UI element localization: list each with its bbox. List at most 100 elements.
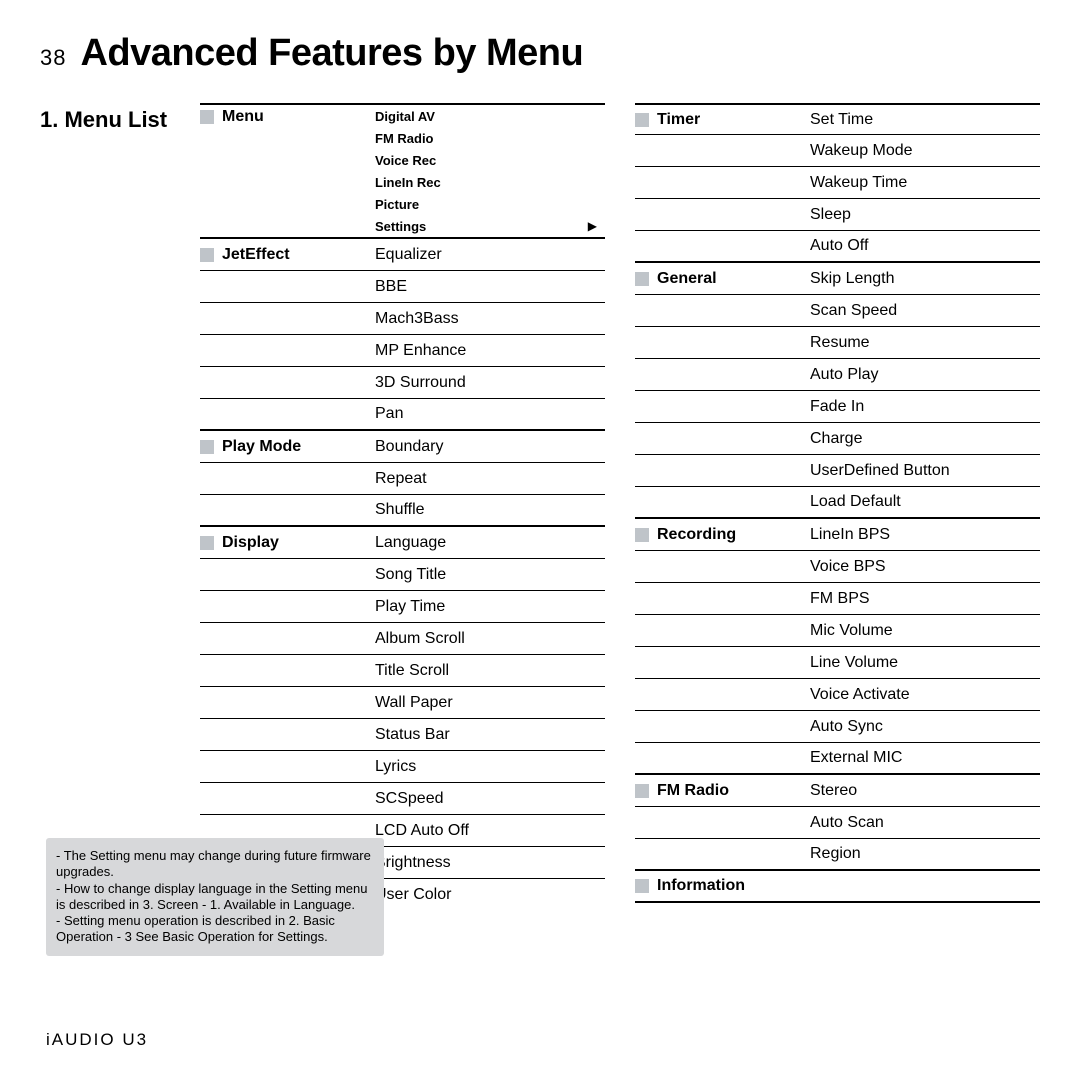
category-label-playmode: Play Mode [200, 438, 375, 456]
list-item: Skip Length [810, 270, 895, 288]
list-item: Charge [810, 430, 862, 448]
list-item: LineIn BPS [810, 526, 890, 544]
list-item: Album Scroll [375, 630, 465, 648]
category-text: Recording [657, 526, 736, 544]
bullet-icon [200, 248, 214, 262]
table-row: Line Volume [635, 647, 1040, 679]
list-item: Scan Speed [810, 302, 897, 320]
bullet-icon [635, 784, 649, 798]
table-row: 3D Surround [200, 367, 605, 399]
list-item: Resume [810, 334, 870, 352]
table-row: Title Scroll [200, 655, 605, 687]
bullet-icon [200, 536, 214, 550]
bullet-icon [635, 879, 649, 893]
table-row: Mic Volume [635, 615, 1040, 647]
category-text: Information [657, 877, 745, 895]
list-item: Boundary [375, 438, 444, 456]
table-row: Recording LineIn BPS [635, 519, 1040, 551]
table-row: BBE [200, 271, 605, 303]
table-row: JetEffect Equalizer [200, 239, 605, 271]
list-item: Song Title [375, 566, 446, 584]
list-item: SCSpeed [375, 790, 444, 808]
category-text: General [657, 270, 717, 288]
table-row: Wall Paper [200, 687, 605, 719]
table-row: FM Radio Stereo [635, 775, 1040, 807]
menu-column-right: Timer Set Time Wakeup Mode Wakeup Time S… [635, 103, 1040, 911]
table-row: Repeat [200, 463, 605, 495]
page-number: 38 [40, 45, 66, 71]
table-row: Voice Activate [635, 679, 1040, 711]
list-item: 3D Surround [375, 374, 466, 392]
bullet-icon [635, 528, 649, 542]
list-item: Digital AV [375, 109, 435, 124]
list-item: Region [810, 845, 861, 863]
product-name-footer: iAUDIO U3 [46, 1030, 148, 1050]
table-row: Timer Set Time [635, 103, 1040, 135]
category-text: Menu [222, 108, 264, 126]
table-row: External MIC [635, 743, 1040, 775]
table-row: Mach3Bass [200, 303, 605, 335]
category-label-jeteffect: JetEffect [200, 246, 375, 264]
table-row: Information [635, 871, 1040, 903]
list-item: External MIC [810, 749, 902, 767]
table-row: Scan Speed [635, 295, 1040, 327]
list-item: FM Radio [375, 131, 434, 146]
table-row: Album Scroll [200, 623, 605, 655]
category-text: FM Radio [657, 782, 729, 800]
table-row: Song Title [200, 559, 605, 591]
table-row: Region [635, 839, 1040, 871]
category-text: Timer [657, 111, 700, 129]
table-row: Auto Off [635, 231, 1040, 263]
bullet-icon [635, 272, 649, 286]
list-item: Voice BPS [810, 558, 886, 576]
list-item: Wakeup Mode [810, 142, 913, 160]
list-item: Picture [375, 197, 419, 212]
list-item: Wakeup Time [810, 174, 907, 192]
list-item: Auto Off [810, 237, 868, 255]
category-text: Display [222, 534, 279, 552]
list-item: Mic Volume [810, 622, 893, 640]
list-item: Title Scroll [375, 662, 449, 680]
footnote-line: - The Setting menu may change during fut… [56, 848, 374, 881]
category-text: JetEffect [222, 246, 290, 264]
list-item: Brightness [375, 854, 451, 872]
list-item: User Color [375, 886, 451, 904]
list-item: Lyrics [375, 758, 416, 776]
list-item: Equalizer [375, 246, 442, 264]
category-label-display: Display [200, 534, 375, 552]
list-item: Auto Play [810, 366, 878, 384]
table-row: Play Time [200, 591, 605, 623]
list-item: LineIn Rec [375, 175, 441, 190]
table-row: Pan [200, 399, 605, 431]
list-item: Voice Activate [810, 686, 910, 704]
bullet-icon [635, 113, 649, 127]
table-row: Wakeup Time [635, 167, 1040, 199]
category-label-timer: Timer [635, 111, 810, 129]
bullet-icon [200, 110, 214, 124]
bullet-icon [200, 440, 214, 454]
list-item: Status Bar [375, 726, 450, 744]
list-item: Load Default [810, 493, 901, 511]
list-item: MP Enhance [375, 342, 466, 360]
category-label-general: General [635, 270, 810, 288]
footnote-line: - How to change display language in the … [56, 881, 374, 914]
table-row: Resume [635, 327, 1040, 359]
table-row: Load Default [635, 487, 1040, 519]
list-item: BBE [375, 278, 407, 296]
table-row: FM BPS [635, 583, 1040, 615]
table-row: Display Language [200, 527, 605, 559]
table-row: Lyrics [200, 751, 605, 783]
list-item: Stereo [810, 782, 857, 800]
list-item: Sleep [810, 206, 851, 224]
list-item: Language [375, 534, 446, 552]
table-row: Fade In [635, 391, 1040, 423]
category-label-menu: Menu [200, 105, 375, 126]
table-row: General Skip Length [635, 263, 1040, 295]
footnote-line: - Setting menu operation is described in… [56, 913, 374, 946]
section-label: 1. Menu List [40, 103, 200, 911]
list-item: Mach3Bass [375, 310, 459, 328]
table-row: Voice BPS [635, 551, 1040, 583]
table-row: Sleep [635, 199, 1040, 231]
table-row: Auto Play [635, 359, 1040, 391]
table-row: Shuffle [200, 495, 605, 527]
